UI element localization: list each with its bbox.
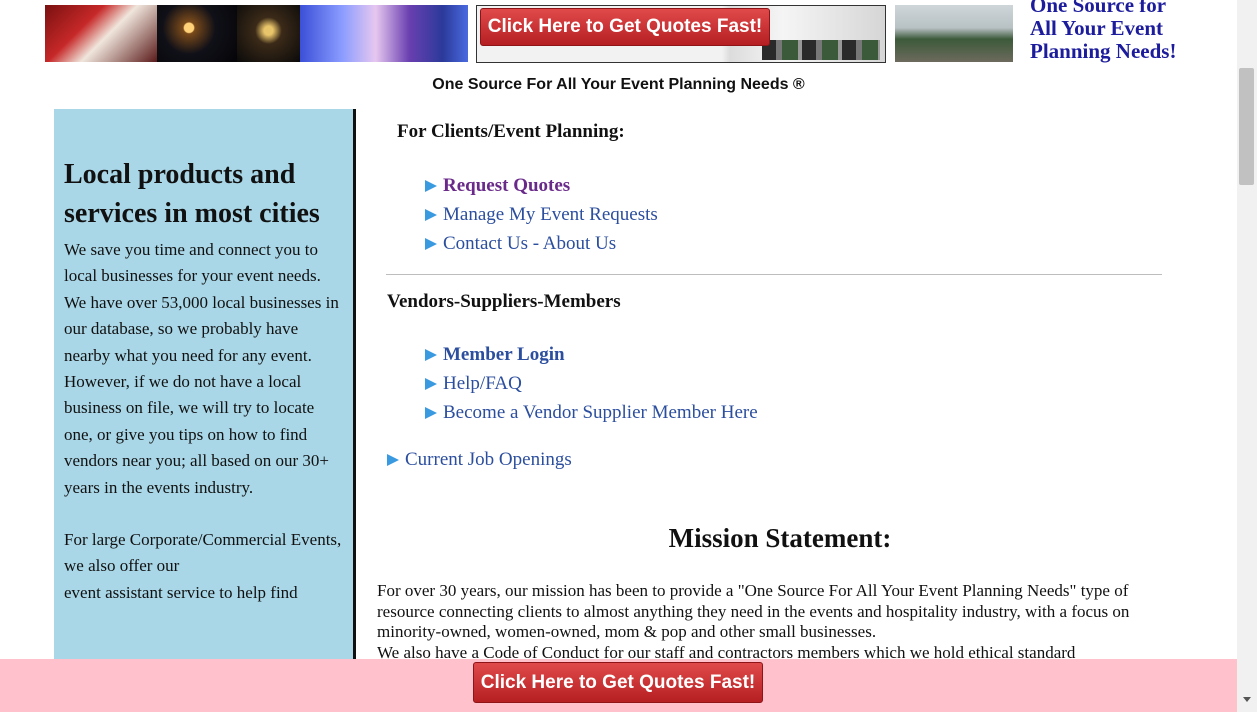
sidebar-paragraph: For large Corporate/Commercial Events, w… — [64, 530, 342, 576]
scrollbar-thumb[interactable] — [1239, 68, 1254, 185]
header-banner: Click Here to Get Quotes Fast! One Sourc… — [0, 0, 1237, 66]
clients-link-list: Request Quotes Manage My Event Requests … — [425, 171, 658, 258]
scroll-down-arrow-icon[interactable] — [1243, 697, 1251, 702]
vendors-section-title: Vendors-Suppliers-Members — [387, 291, 621, 312]
link-label: Help/FAQ — [443, 373, 522, 394]
sidebar-paragraph: However, if we do not have a local busin… — [64, 372, 329, 497]
sidebar-paragraph: We have over 53,000 local businesses in … — [64, 292, 339, 365]
dance-floor-photo — [300, 5, 468, 62]
sidebar-info-panel: Local products and services in most citi… — [54, 109, 356, 669]
section-divider — [386, 274, 1162, 275]
get-quotes-button[interactable]: Click Here to Get Quotes Fast! — [480, 8, 770, 46]
santa-photo — [45, 5, 157, 62]
triangle-right-icon — [425, 406, 437, 419]
manage-requests-link[interactable]: Manage My Event Requests — [425, 200, 658, 229]
mission-statement: For over 30 years, our mission has been … — [377, 581, 1177, 663]
brand-slogan[interactable]: One Source for All Your Event Planning N… — [1030, 0, 1200, 63]
brand-line: One Source for — [1030, 0, 1167, 17]
link-label: Manage My Event Requests — [443, 204, 658, 225]
link-label: Request Quotes — [443, 175, 571, 196]
triangle-right-icon — [425, 179, 437, 192]
sidebar-paragraph: event assistant service to help find — [64, 582, 298, 602]
triangle-right-icon — [425, 208, 437, 221]
bottom-get-quotes-button[interactable]: Click Here to Get Quotes Fast! — [473, 662, 763, 703]
triangle-right-icon — [425, 348, 437, 361]
contact-about-link[interactable]: Contact Us - About Us — [425, 229, 658, 258]
triangle-right-icon — [425, 237, 437, 250]
help-faq-link[interactable]: Help/FAQ — [425, 369, 758, 398]
triangle-right-icon — [425, 377, 437, 390]
member-login-link[interactable]: Member Login — [425, 340, 758, 369]
mission-title: Mission Statement: — [668, 523, 892, 553]
site-tagline: One Source For All Your Event Planning N… — [432, 76, 805, 93]
request-quotes-link[interactable]: Request Quotes — [425, 171, 658, 200]
link-label: Current Job Openings — [405, 449, 572, 470]
sidebar-paragraph: We save you time and connect you to loca… — [64, 240, 321, 286]
sidebar-heading: Local products and services in most citi… — [64, 159, 320, 229]
event-tent-photo — [895, 5, 1013, 62]
triangle-right-icon — [387, 453, 399, 466]
mission-text: For over 30 years, our mission has been … — [377, 581, 1130, 642]
fireworks-night-photo — [237, 5, 300, 62]
vendors-link-list: Member Login Help/FAQ Become a Vendor Su… — [425, 340, 758, 427]
job-openings-link[interactable]: Current Job Openings — [387, 445, 572, 474]
brand-line: Planning Needs! — [1030, 39, 1177, 63]
link-label: Member Login — [443, 344, 565, 365]
become-vendor-link[interactable]: Become a Vendor Supplier Member Here — [425, 398, 758, 427]
clients-section-title: For Clients/Event Planning: — [397, 121, 625, 142]
brand-line: All Your Event — [1030, 16, 1164, 40]
fireworks-photo — [157, 5, 237, 62]
link-label: Contact Us - About Us — [443, 233, 617, 254]
link-label: Become a Vendor Supplier Member Here — [443, 402, 758, 423]
